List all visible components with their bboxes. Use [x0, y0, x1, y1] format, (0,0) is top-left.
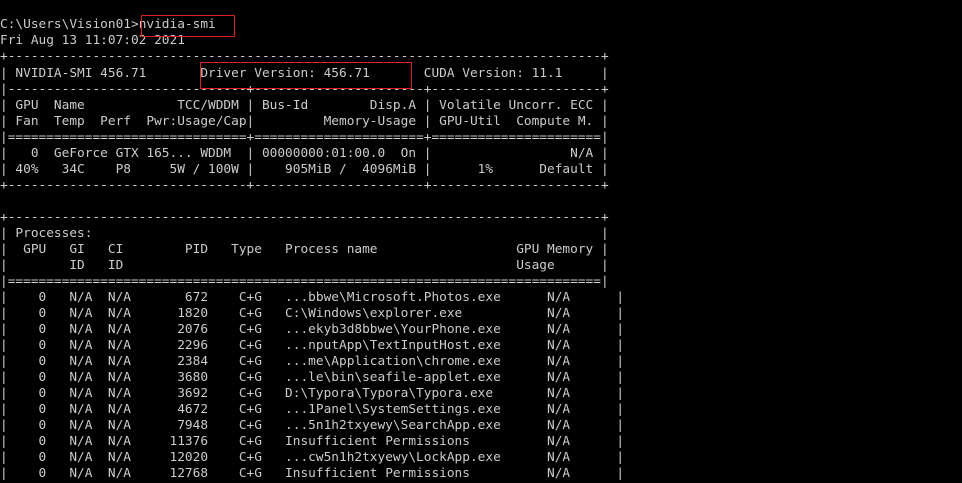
driver-version-highlight-box [200, 62, 412, 89]
process-row: | 0 N/A N/A 11376 C+G Insufficient Permi… [0, 434, 625, 449]
process-row: | 0 N/A N/A 2296 C+G ...nputApp\TextInpu… [0, 338, 625, 353]
process-row: | 0 N/A N/A 2384 C+G ...me\Application\c… [0, 354, 625, 369]
process-column-header-2: | ID ID Usage | [0, 258, 609, 273]
process-row: | 0 N/A N/A 1820 C+G C:\Windows\explorer… [0, 306, 625, 321]
process-row: | 0 N/A N/A 4672 C+G ...1Panel\SystemSet… [0, 402, 625, 417]
table-separator: +---------------------------------------… [0, 210, 609, 225]
process-column-header-1: | GPU GI CI PID Type Process name GPU Me… [0, 242, 609, 257]
gpu-row-2: | 40% 34C P8 5W / 100W | 905MiB / 4096Mi… [0, 162, 609, 177]
prompt-path: C:\Users\Vision01> [0, 17, 139, 32]
command-highlight-box [141, 15, 235, 37]
processes-title: | Processes: | [0, 226, 609, 241]
process-row: | 0 N/A N/A 7948 C+G ...5n1h2txyewy\Sear… [0, 418, 625, 433]
gpu-row-1: | 0 GeForce GTX 165... WDDM | 00000000:0… [0, 146, 609, 161]
gpu-column-header-2: | Fan Temp Perf Pwr:Usage/Cap| Memory-Us… [0, 114, 609, 129]
table-separator-double: |===============================+=======… [0, 130, 609, 145]
gpu-column-header-1: | GPU Name TCC/WDDM | Bus-Id Disp.A | Vo… [0, 98, 609, 113]
process-row: | 0 N/A N/A 3680 C+G ...le\bin\seafile-a… [0, 370, 625, 385]
process-row: | 0 N/A N/A 2076 C+G ...ekyb3d8bbwe\Your… [0, 322, 625, 337]
table-separator-double: |=======================================… [0, 274, 609, 289]
terminal-window[interactable]: C:\Users\Vision01>nvidia-smi Fri Aug 13 … [0, 0, 962, 483]
process-row: | 0 N/A N/A 672 C+G ...bbwe\Microsoft.Ph… [0, 290, 625, 305]
table-separator: +-------------------------------+-------… [0, 178, 609, 193]
process-row: | 0 N/A N/A 12020 C+G ...cw5n1h2txyewy\L… [0, 450, 625, 465]
process-row: | 0 N/A N/A 3692 C+G D:\Typora\Typora\Ty… [0, 386, 625, 401]
process-row: | 0 N/A N/A 12768 C+G Insufficient Permi… [0, 466, 625, 481]
